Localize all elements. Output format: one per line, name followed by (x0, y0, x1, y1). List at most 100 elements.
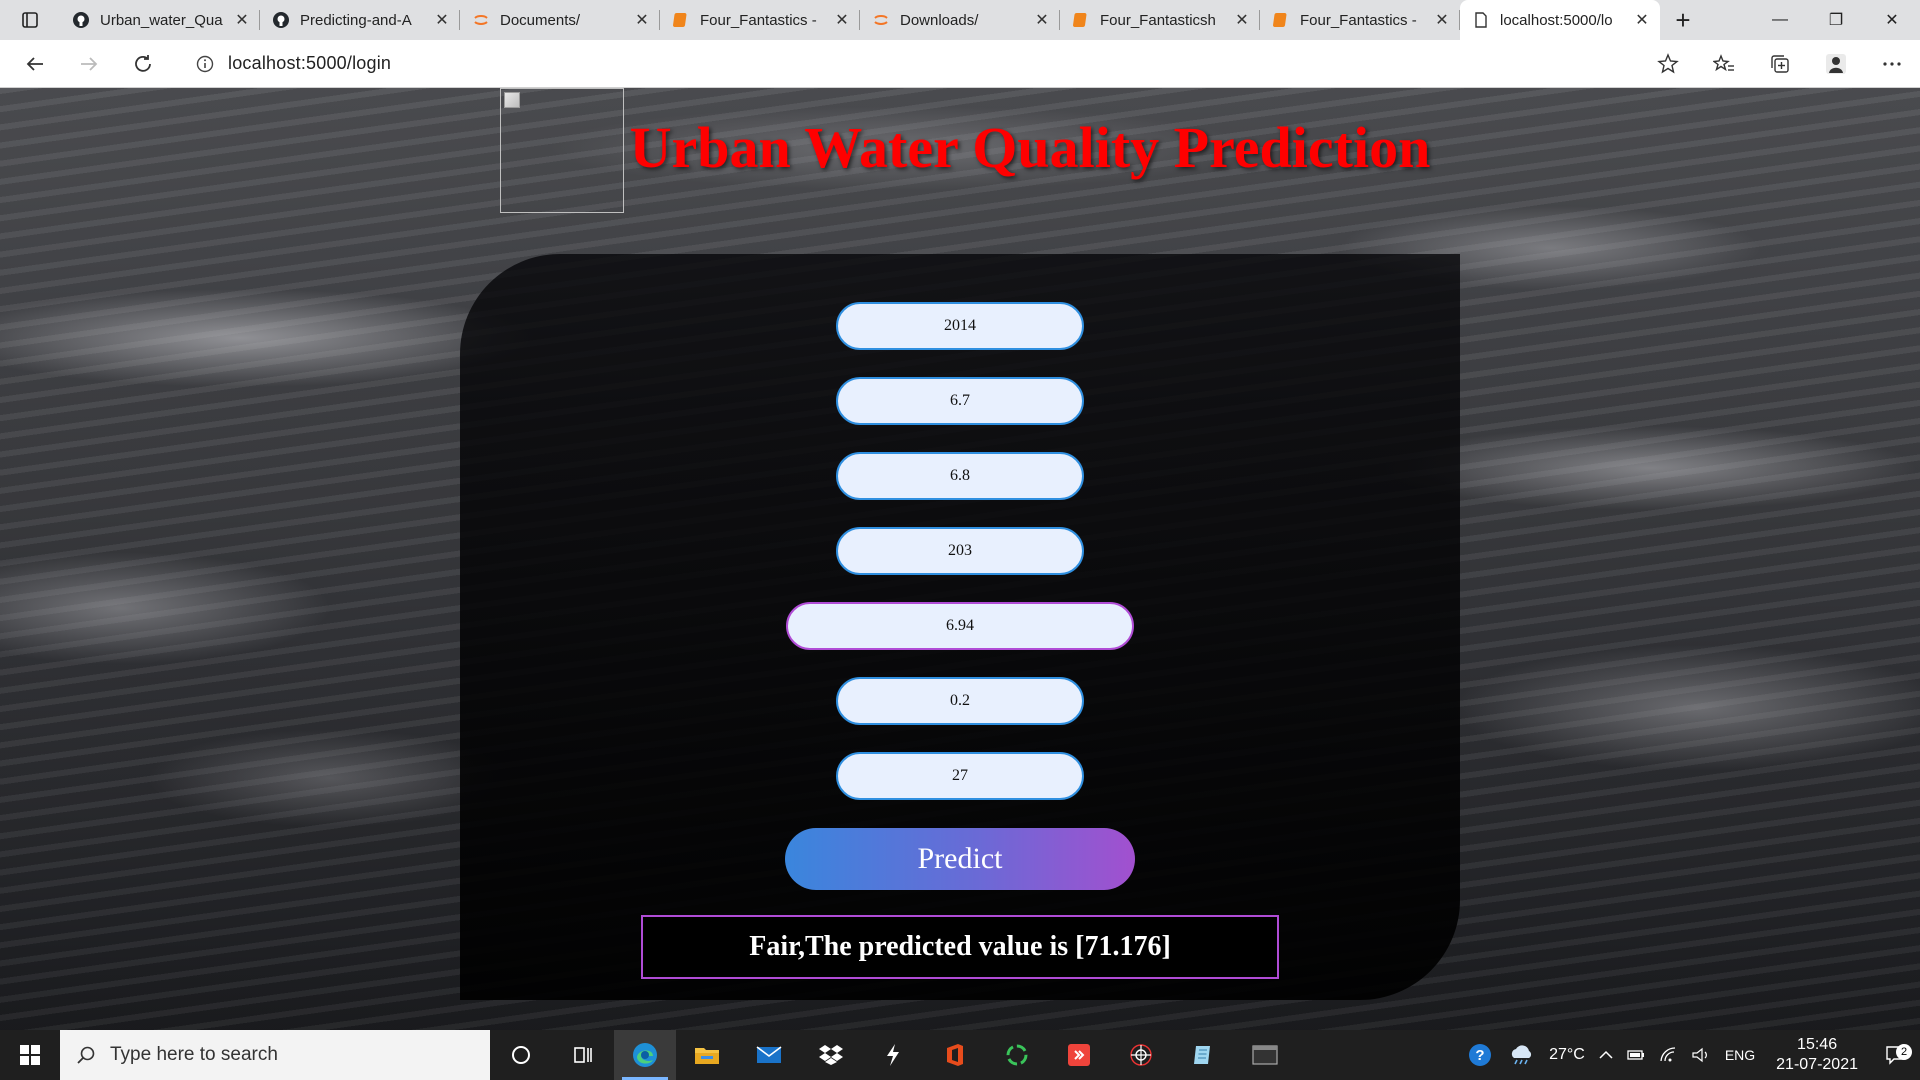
forward-arrow-icon (81, 56, 98, 71)
mail-icon[interactable] (738, 1030, 800, 1080)
notepad-icon[interactable] (1172, 1030, 1234, 1080)
task-view-icon[interactable] (552, 1030, 614, 1080)
anydesk-icon[interactable] (1048, 1030, 1110, 1080)
predict-button[interactable]: Predict (785, 828, 1135, 890)
window-controls: — ❐ ✕ (1752, 0, 1920, 40)
input-field-3[interactable]: 6.8 (836, 452, 1084, 500)
file-explorer-icon[interactable] (676, 1030, 738, 1080)
profile-button[interactable] (1808, 52, 1864, 76)
windows-logo-icon (20, 1045, 40, 1065)
input-field-1[interactable]: 2014 (836, 302, 1084, 350)
battery-icon[interactable] (1620, 1049, 1652, 1061)
help-icon[interactable]: ? (1460, 1042, 1500, 1068)
volume-icon[interactable] (1684, 1047, 1718, 1063)
tab-title: Predicting-and-A (300, 11, 412, 29)
refresh-icon (135, 54, 151, 72)
office-icon[interactable] (924, 1030, 986, 1080)
tab-title: Documents/ (500, 11, 581, 29)
back-arrow-icon (26, 56, 43, 71)
tab-four-fantastics-3[interactable]: Four_Fantastics - ✕ (1260, 0, 1460, 40)
input-field-5[interactable]: 6.94 (786, 602, 1134, 650)
tab-actions-button[interactable] (0, 0, 60, 40)
window-close-icon[interactable]: ✕ (1864, 0, 1920, 40)
search-placeholder: Type here to search (110, 1044, 278, 1065)
weather-temperature[interactable]: 27°C (1542, 1046, 1592, 1064)
close-icon[interactable]: ✕ (834, 10, 850, 30)
page-viewport: Urban Water Quality Prediction 2014 6.7 … (0, 88, 1920, 1030)
avatar (1826, 54, 1846, 74)
notebook-icon (1072, 11, 1090, 29)
wifi-icon[interactable] (1652, 1047, 1684, 1063)
collections-button[interactable] (1752, 53, 1808, 75)
prediction-result: Fair,The predicted value is [71.176] (641, 915, 1279, 979)
taskbar-apps (490, 1030, 1296, 1080)
notebook-icon (672, 11, 690, 29)
close-icon[interactable]: ✕ (1634, 10, 1650, 30)
url-text[interactable]: localhost:5000/login (228, 53, 391, 74)
windows-taskbar: Type here to search ? 27°C ENG 15:46 21-… (0, 1030, 1920, 1080)
tab-predicting[interactable]: Predicting-and-A ✕ (260, 0, 460, 40)
close-icon[interactable]: ✕ (1234, 10, 1250, 30)
close-icon[interactable]: ✕ (1034, 10, 1050, 30)
tab-urban-water[interactable]: Urban_water_Qua ✕ (60, 0, 260, 40)
address-bar[interactable]: localhost:5000/login (180, 45, 1658, 82)
jupyter-icon (872, 11, 890, 29)
close-icon[interactable]: ✕ (434, 10, 450, 30)
tab-title: Four_Fantasticsh (1100, 11, 1216, 29)
clock-date: 21-07-2021 (1776, 1056, 1858, 1073)
favorites-button[interactable] (1696, 53, 1752, 75)
favorites-list-icon (1713, 54, 1734, 72)
restore-icon[interactable]: ❐ (1808, 0, 1864, 40)
tab-actions-icon (22, 12, 38, 28)
tab-title: Urban_water_Qua (100, 11, 223, 29)
browser-toolbar: localhost:5000/login (0, 40, 1920, 88)
clock-time: 15:46 (1797, 1036, 1838, 1053)
edge-icon[interactable] (614, 1030, 676, 1080)
input-field-2[interactable]: 6.7 (836, 377, 1084, 425)
clock[interactable]: 15:46 21-07-2021 (1762, 1035, 1872, 1075)
github-icon (272, 11, 290, 29)
tab-title: Four_Fantastics - (700, 11, 817, 29)
info-icon[interactable] (196, 55, 214, 73)
cortana-icon[interactable] (490, 1030, 552, 1080)
dropbox-icon[interactable] (800, 1030, 862, 1080)
tab-four-fantastics-1[interactable]: Four_Fantastics - ✕ (660, 0, 860, 40)
power-automate-icon[interactable] (862, 1030, 924, 1080)
input-field-6[interactable]: 0.2 (836, 677, 1084, 725)
minimize-icon[interactable]: — (1752, 0, 1808, 40)
forward-button[interactable] (62, 53, 116, 75)
tab-localhost[interactable]: localhost:5000/lo ✕ (1460, 0, 1660, 40)
taskbar-search-box[interactable]: Type here to search (60, 1030, 490, 1080)
collections-icon (1771, 55, 1789, 73)
tab-title: Downloads/ (900, 11, 979, 29)
jupyter-icon (472, 11, 490, 29)
more-icon (1883, 62, 1901, 66)
browser-right-tools (1640, 40, 1920, 88)
language-indicator[interactable]: ENG (1718, 1047, 1762, 1063)
settings-more-button[interactable] (1864, 53, 1920, 75)
back-button[interactable] (8, 53, 62, 75)
tab-downloads[interactable]: Downloads/ ✕ (860, 0, 1060, 40)
add-favorite-button[interactable] (1640, 53, 1696, 75)
chevron-up-icon[interactable] (1592, 1050, 1620, 1060)
search-icon (77, 1046, 95, 1064)
sync-app-icon[interactable] (986, 1030, 1048, 1080)
weather-icon[interactable] (1500, 1044, 1542, 1066)
new-tab-button[interactable]: + (1660, 0, 1706, 40)
close-icon[interactable]: ✕ (634, 10, 650, 30)
tab-title: Four_Fantastics - (1300, 11, 1417, 29)
close-icon[interactable]: ✕ (234, 10, 250, 30)
system-tray: ? 27°C ENG 15:46 21-07-2021 2 (1460, 1030, 1920, 1080)
tab-documents[interactable]: Documents/ ✕ (460, 0, 660, 40)
tab-four-fantastics-2[interactable]: Four_Fantasticsh ✕ (1060, 0, 1260, 40)
close-icon[interactable]: ✕ (1434, 10, 1450, 30)
browser-tab-strip: Urban_water_Qua ✕ Predicting-and-A ✕ Doc… (0, 0, 1920, 40)
input-field-4[interactable]: 203 (836, 527, 1084, 575)
svg-text:?: ? (1475, 1047, 1484, 1064)
spider-app-icon[interactable] (1110, 1030, 1172, 1080)
start-button[interactable] (0, 1030, 60, 1080)
input-field-7[interactable]: 27 (836, 752, 1084, 800)
notifications-button[interactable]: 2 (1872, 1044, 1920, 1066)
terminal-icon[interactable] (1234, 1030, 1296, 1080)
refresh-button[interactable] (116, 53, 170, 75)
